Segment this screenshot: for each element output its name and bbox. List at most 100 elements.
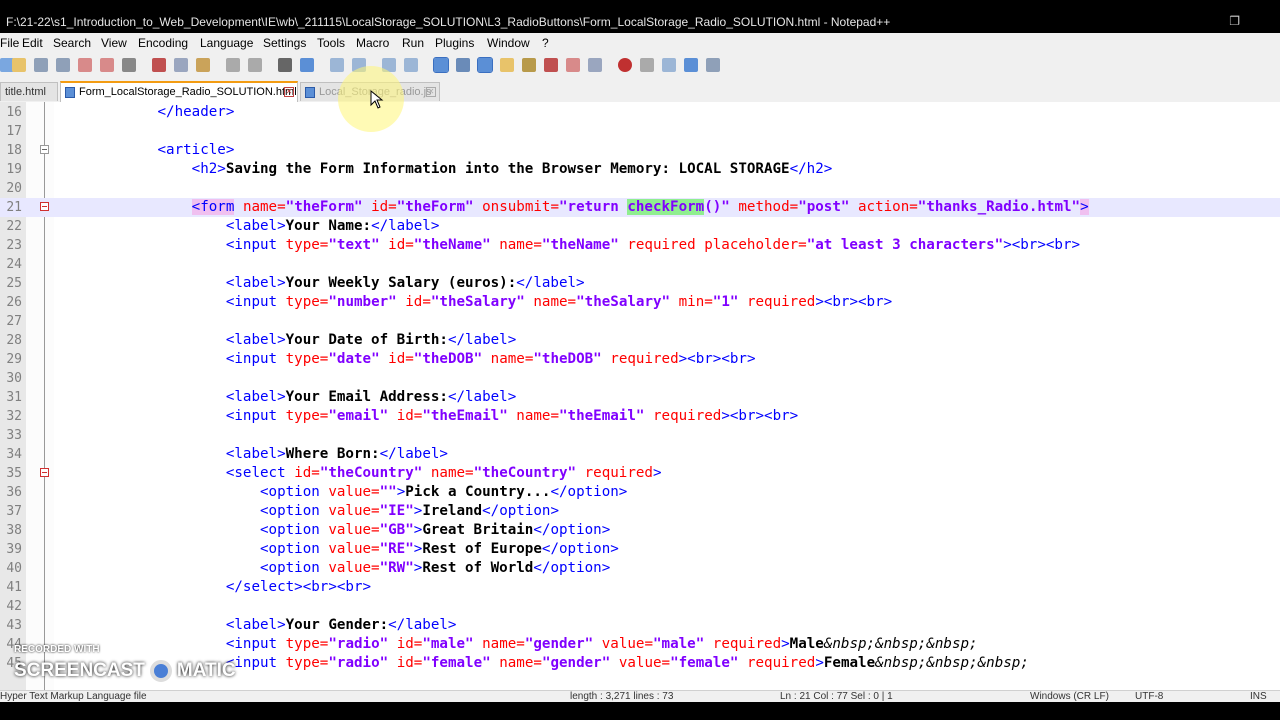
editor-pane[interactable]: 16 </header> 17 18 <article> 19 <h2>Savi… (0, 102, 1280, 690)
copy-icon[interactable] (174, 58, 188, 72)
code-text: <label>Your Gender:</label> (225, 617, 457, 633)
code-line[interactable]: 23 <input type="text" id="theName" name=… (0, 236, 1280, 255)
code-line[interactable]: 31 <label>Your Email Address:</label> (0, 388, 1280, 407)
code-line[interactable]: 36 <option value="">Pick a Country...</o… (0, 483, 1280, 502)
code-line[interactable]: 38 <option value="GB">Great Britain</opt… (0, 521, 1280, 540)
code-line[interactable]: 25 <label>Your Weekly Salary (euros):</l… (0, 274, 1280, 293)
monitoring-icon[interactable] (588, 58, 602, 72)
code-line[interactable]: 19 <h2>Saving the Form Information into … (0, 160, 1280, 179)
code-line[interactable]: 43 <label>Your Gender:</label> (0, 616, 1280, 635)
menu-help[interactable]: ? (542, 36, 549, 50)
line-number: 34 (6, 447, 22, 462)
fold-toggle-icon[interactable] (40, 468, 49, 477)
indent-guide-icon[interactable] (477, 57, 493, 73)
code-line[interactable]: 34 <label>Where Born:</label> (0, 445, 1280, 464)
line-number: 24 (6, 257, 22, 272)
code-line[interactable]: 20 (0, 179, 1280, 198)
menu-macro[interactable]: Macro (356, 36, 389, 50)
record-macro-icon[interactable] (618, 58, 632, 72)
fold-toggle-icon[interactable] (40, 202, 49, 211)
code-text: <option value="IE">Ireland</option> (260, 503, 559, 519)
code-text: <input type="date" id="theDOB" name="the… (225, 351, 756, 367)
code-line[interactable]: 37 <option value="IE">Ireland</option> (0, 502, 1280, 521)
code-line[interactable]: 27 (0, 312, 1280, 331)
print-icon[interactable] (122, 58, 136, 72)
zoom-in-icon[interactable] (330, 58, 344, 72)
code-line[interactable]: 22 <label>Your Name:</label> (0, 217, 1280, 236)
code-text: <option value="RE">Rest of Europe</optio… (260, 541, 619, 557)
line-number: 28 (6, 333, 22, 348)
window-title: F:\21-22\s1_Introduction_to_Web_Developm… (6, 15, 891, 29)
tab-label: title.html (5, 86, 46, 98)
code-text: <option value="">Pick a Country...</opti… (260, 484, 628, 500)
line-number: 20 (6, 181, 22, 196)
code-text: <label>Your Weekly Salary (euros):</labe… (225, 275, 585, 291)
play-macro-icon[interactable] (662, 58, 676, 72)
code-line[interactable]: 28 <label>Your Date of Birth:</label> (0, 331, 1280, 350)
paste-icon[interactable] (196, 58, 210, 72)
menu-file[interactable]: File (0, 36, 19, 50)
code-line[interactable]: 40 <option value="RW">Rest of World</opt… (0, 559, 1280, 578)
close-tab-icon[interactable]: ✕ (426, 87, 436, 97)
close-all-icon[interactable] (100, 58, 114, 72)
tab-title-html[interactable]: title.html (0, 82, 58, 101)
menu-search[interactable]: Search (53, 36, 91, 50)
code-line[interactable]: 30 (0, 369, 1280, 388)
menu-bar: File Edit Search View Encoding Language … (0, 33, 1280, 53)
show-all-characters-icon[interactable] (456, 58, 470, 72)
find-icon[interactable] (278, 58, 292, 72)
undo-icon[interactable] (226, 58, 240, 72)
code-line[interactable]: 18 <article> (0, 141, 1280, 160)
tab-form-localstorage-radio-solution[interactable]: Form_LocalStorage_Radio_SOLUTION.html ✕ (60, 81, 298, 102)
menu-edit[interactable]: Edit (22, 36, 43, 50)
code-line[interactable]: 29 <input type="date" id="theDOB" name="… (0, 350, 1280, 369)
menu-tools[interactable]: Tools (317, 36, 345, 50)
code-line[interactable]: 39 <option value="RE">Rest of Europe</op… (0, 540, 1280, 559)
menu-settings[interactable]: Settings (263, 36, 306, 50)
line-number: 41 (6, 580, 22, 595)
redo-icon[interactable] (248, 58, 262, 72)
code-line[interactable]: 17 (0, 122, 1280, 141)
code-text: <input type="email" id="theEmail" name="… (225, 408, 799, 424)
menu-window[interactable]: Window (487, 36, 530, 50)
line-number: 38 (6, 523, 22, 538)
bottom-border (0, 702, 1280, 720)
menu-view[interactable]: View (101, 36, 127, 50)
line-number: 21 (6, 200, 22, 215)
close-file-icon[interactable] (78, 58, 92, 72)
open-file-icon[interactable] (12, 58, 26, 72)
code-line[interactable]: 35 <select id="theCountry" name="theCoun… (0, 464, 1280, 483)
cut-icon[interactable] (152, 58, 166, 72)
menu-plugins[interactable]: Plugins (435, 36, 474, 50)
replace-icon[interactable] (300, 58, 314, 72)
save-all-icon[interactable] (56, 58, 70, 72)
stop-macro-icon[interactable] (640, 58, 654, 72)
line-number: 22 (6, 219, 22, 234)
user-language-icon[interactable] (500, 58, 514, 72)
menu-encoding[interactable]: Encoding (138, 36, 188, 50)
document-map-icon[interactable] (522, 58, 536, 72)
code-line[interactable]: 26 <input type="number" id="theSalary" n… (0, 293, 1280, 312)
title-bar: F:\21-22\s1_Introduction_to_Web_Developm… (0, 0, 1280, 33)
code-line[interactable]: 42 (0, 597, 1280, 616)
code-line[interactable]: 32 <input type="email" id="theEmail" nam… (0, 407, 1280, 426)
code-line[interactable]: 41 </select><br><br> (0, 578, 1280, 597)
save-icon[interactable] (34, 58, 48, 72)
function-list-icon[interactable] (544, 58, 558, 72)
word-wrap-icon[interactable] (433, 57, 449, 73)
code-line[interactable]: 16 </header> (0, 103, 1280, 122)
run-macro-multiple-icon[interactable] (684, 58, 698, 72)
watermark-recorded-label: RECORDED WITH (14, 644, 100, 655)
menu-language[interactable]: Language (200, 36, 253, 50)
code-line-current[interactable]: 21 <form name="theForm" id="theForm" ons… (0, 198, 1280, 217)
code-line[interactable]: 33 (0, 426, 1280, 445)
fold-toggle-icon[interactable] (40, 145, 49, 154)
close-tab-icon[interactable]: ✕ (284, 87, 294, 97)
save-macro-icon[interactable] (706, 58, 720, 72)
menu-run[interactable]: Run (402, 36, 424, 50)
code-text: <input type="number" id="theSalary" name… (225, 294, 893, 310)
code-line[interactable]: 24 (0, 255, 1280, 274)
restore-window-icon[interactable]: ❐ (1229, 14, 1240, 28)
sync-horizontal-icon[interactable] (404, 58, 418, 72)
folder-workspace-icon[interactable] (566, 58, 580, 72)
